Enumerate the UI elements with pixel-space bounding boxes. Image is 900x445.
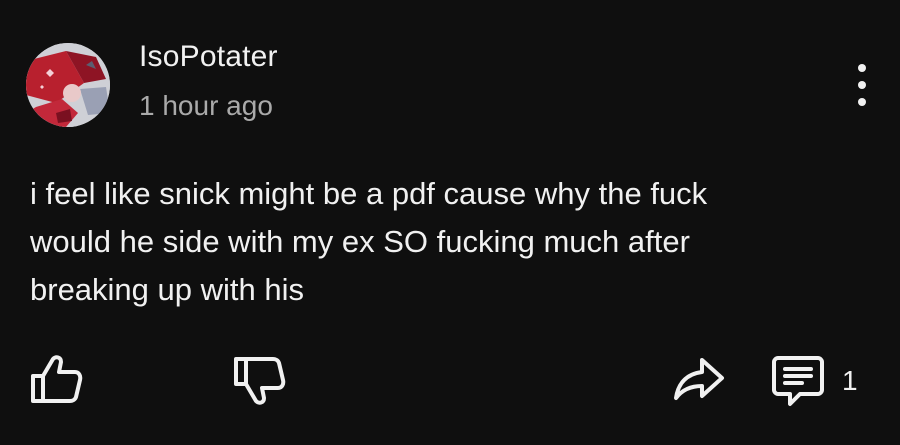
dislike-button[interactable]: [232, 356, 288, 406]
thumbs-up-icon: [31, 355, 83, 403]
share-arrow-icon: [674, 358, 724, 400]
more-vert-icon-dot: [858, 98, 866, 106]
share-button[interactable]: [672, 356, 726, 402]
avatar[interactable]: [26, 43, 110, 127]
like-button[interactable]: [29, 354, 85, 404]
more-vert-icon: [858, 64, 866, 72]
comment-bubble-icon: [772, 356, 824, 406]
thumbs-down-icon: [234, 357, 286, 405]
more-vert-icon-dot: [858, 81, 866, 89]
comment-text: i feel like snick might be a pdf cause w…: [30, 176, 708, 307]
comment-card: IsoPotater 1 hour ago i feel like snick …: [0, 0, 900, 445]
more-options-button[interactable]: [842, 60, 882, 110]
avatar-image: [26, 43, 110, 127]
author-name[interactable]: IsoPotater: [139, 40, 278, 74]
reply-button[interactable]: 1: [772, 354, 862, 408]
reply-count: 1: [842, 365, 858, 396]
comment-timestamp: 1 hour ago: [139, 90, 273, 121]
